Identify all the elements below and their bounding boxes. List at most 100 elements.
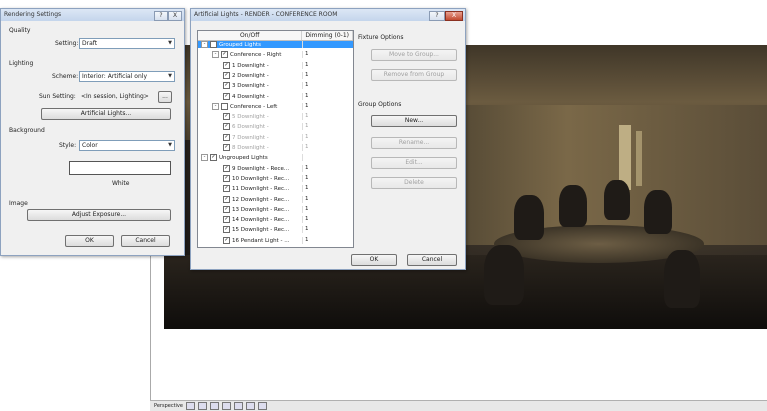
light-row[interactable]: ✓ 5 Downlight - 1 [198,113,353,121]
dimming-value[interactable]: 1 [302,216,309,224]
close-button[interactable]: X [445,11,463,21]
remove-from-group-button[interactable]: Remove from Group [371,69,457,81]
dimming-value[interactable]: 1 [302,164,309,172]
dimming-value[interactable]: 1 [302,185,309,193]
background-color-swatch[interactable] [69,161,171,175]
group-options-label: Group Options [358,101,402,108]
light-row[interactable]: - Conference - Left 1 [198,102,353,110]
detail-level-icon[interactable] [197,402,207,410]
help-button[interactable]: ? [154,11,168,21]
dimming-value[interactable]: 1 [302,195,309,203]
light-on-checkbox[interactable]: ✓ [223,144,230,151]
light-name-text: 15 Downlight - Rec... [232,227,290,234]
light-row[interactable]: ✓ 13 Downlight - Rec... 1 [198,205,353,213]
dimming-value[interactable]: 1 [302,71,309,79]
light-row[interactable]: ✓ 12 Downlight - Rec... 1 [198,195,353,203]
render-dialog-icon[interactable] [245,402,255,410]
dimming-value[interactable]: 1 [302,144,309,151]
light-on-checkbox[interactable]: ✓ [223,82,230,90]
light-row[interactable]: ✓ 9 Downlight - Rece... 1 [198,164,353,172]
cancel-button[interactable]: Cancel [407,254,457,266]
light-on-checkbox[interactable]: ✓ [223,123,230,131]
quality-setting-select[interactable]: Draft [79,38,175,49]
light-row[interactable]: ✓ 2 Downlight - 1 [198,71,353,79]
lights-tree[interactable]: On/Off Dimming (0-1) - Grouped Lights - ✓ Co… [197,30,354,248]
close-button[interactable]: X [168,11,182,21]
light-row[interactable]: ✓ 10 Downlight - Rec... 1 [198,174,353,182]
light-on-checkbox[interactable]: ✓ [221,51,228,59]
crop-view-icon[interactable] [257,402,267,410]
style-label: Style: [59,142,77,149]
cancel-button[interactable]: Cancel [121,235,170,247]
dimming-value[interactable]: 1 [302,113,309,121]
column-header-onoff[interactable]: On/Off [198,31,303,40]
lighting-scheme-select[interactable]: Interior: Artificial only [79,71,175,82]
new-group-button[interactable]: New... [371,115,457,127]
column-header-dimming[interactable]: Dimming (0-1) [302,31,353,40]
dimming-value[interactable]: 1 [302,205,309,213]
sun-setting-browse-button[interactable]: ... [158,91,172,103]
light-on-checkbox[interactable]: ✓ [223,195,230,203]
ok-button[interactable]: OK [65,235,114,247]
light-on-checkbox[interactable] [221,102,228,110]
expand-collapse-icon[interactable]: - [212,102,219,110]
light-row[interactable]: ✓ 1 Downlight - 1 [198,61,353,69]
dimming-value[interactable]: 1 [302,123,309,131]
light-on-checkbox[interactable] [210,41,217,48]
light-row[interactable]: ✓ 11 Downlight - Rec... 1 [198,185,353,193]
light-on-checkbox[interactable]: ✓ [223,216,230,224]
move-to-group-button[interactable]: Move to Group... [371,49,457,61]
ok-button[interactable]: OK [351,254,397,266]
light-on-checkbox[interactable]: ✓ [223,133,230,141]
light-on-checkbox[interactable]: ✓ [223,205,230,213]
background-style-select[interactable]: Color [79,140,175,151]
light-row[interactable]: - ✓ Ungrouped Lights [198,154,353,162]
edit-group-button[interactable]: Edit... [371,157,457,169]
dimming-value[interactable]: 1 [302,92,309,100]
light-on-checkbox[interactable]: ✓ [223,185,230,193]
light-row[interactable]: ✓ 8 Downlight - 1 [198,144,353,151]
scale-icon[interactable] [185,402,195,410]
dimming-value[interactable]: 1 [302,133,309,141]
light-on-checkbox[interactable]: ✓ [223,61,230,69]
light-row[interactable]: - Grouped Lights [198,41,353,48]
artificial-lights-button[interactable]: Artificial Lights... [41,108,171,120]
dimming-value[interactable]: 1 [302,82,309,90]
help-button[interactable]: ? [429,11,445,21]
light-row[interactable]: ✓ 16 Pendant Light - ... 1 [198,236,353,244]
expand-collapse-icon[interactable]: - [201,41,208,48]
light-row[interactable]: ✓ 3 Downlight - 1 [198,82,353,90]
light-on-checkbox[interactable]: ✓ [223,174,230,182]
light-row[interactable]: ✓ 14 Downlight - Rec... 1 [198,216,353,224]
light-row[interactable]: ✓ 15 Downlight - Rec... 1 [198,226,353,234]
sun-path-icon[interactable] [221,402,231,410]
light-row[interactable]: ✓ 7 Downlight - 1 [198,133,353,141]
expand-collapse-icon[interactable]: - [201,154,208,162]
dimming-value[interactable]: 1 [302,51,309,59]
light-name-text: 14 Downlight - Rec... [232,217,290,224]
light-on-checkbox[interactable]: ✓ [210,154,217,162]
dimming-value[interactable] [302,154,305,162]
adjust-exposure-button[interactable]: Adjust Exposure... [27,209,171,221]
light-on-checkbox[interactable]: ✓ [223,71,230,79]
dimming-value[interactable]: 1 [302,226,309,234]
delete-group-button[interactable]: Delete [371,177,457,189]
shadows-icon[interactable] [233,402,243,410]
light-row[interactable]: ✓ 4 Downlight - 1 [198,92,353,100]
dimming-value[interactable]: 1 [302,174,309,182]
light-row[interactable]: - ✓ Conference - Right 1 [198,51,353,59]
dimming-value[interactable] [302,41,305,48]
light-on-checkbox[interactable]: ✓ [223,113,230,121]
light-on-checkbox[interactable]: ✓ [223,226,230,234]
light-on-checkbox[interactable]: ✓ [223,92,230,100]
rename-group-button[interactable]: Rename... [371,137,457,149]
dimming-value[interactable]: 1 [302,61,309,69]
light-on-checkbox[interactable]: ✓ [223,236,230,244]
dimming-value[interactable]: 1 [302,236,309,244]
dimming-value[interactable]: 1 [302,102,309,110]
expand-collapse-icon[interactable]: - [212,51,219,59]
light-row[interactable]: ✓ 6 Downlight - 1 [198,123,353,131]
light-on-checkbox[interactable]: ✓ [223,164,230,172]
light-name-text: 12 Downlight - Rec... [232,196,290,203]
visual-style-icon[interactable] [209,402,219,410]
